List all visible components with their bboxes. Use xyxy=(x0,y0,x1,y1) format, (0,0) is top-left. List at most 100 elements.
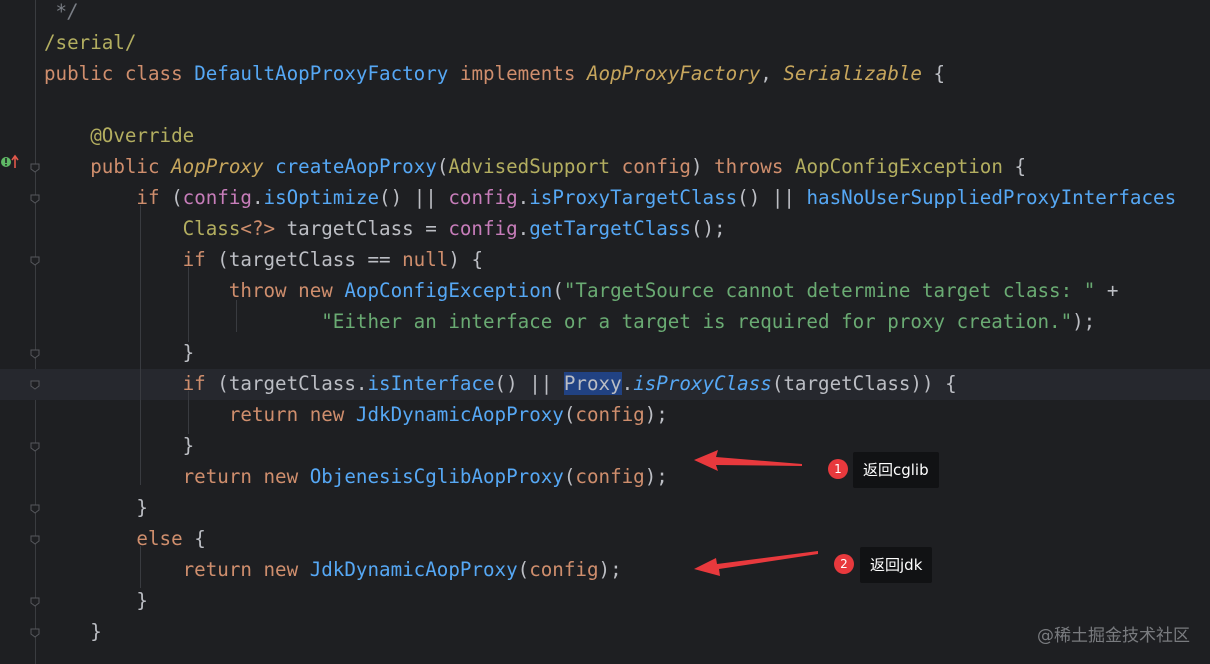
code-token: () || xyxy=(494,372,564,395)
code-token: <?> xyxy=(240,217,276,240)
code-token: config xyxy=(575,465,645,488)
code-line[interactable]: return new JdkDynamicAopProxy(config); xyxy=(0,555,1210,586)
code-text[interactable]: if (targetClass == null) { xyxy=(44,249,483,271)
code-text[interactable]: public AopProxy createAopProxy(AdvisedSu… xyxy=(44,156,1026,178)
fold-marker-icon[interactable] xyxy=(29,627,41,639)
fold-marker-icon[interactable] xyxy=(29,162,41,174)
code-token: { xyxy=(1002,155,1027,178)
code-text[interactable]: return new JdkDynamicAopProxy(config); xyxy=(44,404,668,426)
fold-marker-icon[interactable] xyxy=(29,379,41,391)
code-line[interactable]: /serial/ xyxy=(0,28,1210,59)
annotation-badge-2: 2 xyxy=(834,554,854,574)
code-token: config xyxy=(575,403,645,426)
code-token: Class xyxy=(182,217,241,240)
code-line[interactable]: if (config.isOptimize() || config.isProx… xyxy=(0,183,1210,214)
code-token: */ xyxy=(44,0,79,23)
code-text[interactable]: else { xyxy=(44,527,206,550)
code-line[interactable]: } xyxy=(0,338,1210,369)
code-text[interactable]: Class<?> targetClass = config.getTargetC… xyxy=(44,218,726,240)
code-token: ); xyxy=(1072,310,1096,333)
fold-marker-icon[interactable] xyxy=(29,503,41,515)
code-token: (); xyxy=(690,217,726,240)
code-token: ( xyxy=(517,558,530,581)
code-text[interactable]: return new JdkDynamicAopProxy(config); xyxy=(44,559,622,581)
code-line[interactable]: if (targetClass == null) { xyxy=(0,245,1210,276)
code-text[interactable]: } xyxy=(44,435,195,457)
code-line[interactable]: */ xyxy=(0,0,1210,28)
fold-marker-icon[interactable] xyxy=(29,534,41,546)
code-text[interactable]: */ xyxy=(44,1,79,23)
code-text[interactable]: return new ObjenesisCglibAopProxy(config… xyxy=(44,466,668,488)
fold-marker-icon[interactable] xyxy=(29,255,41,267)
code-token: return new xyxy=(182,465,310,488)
code-line[interactable]: public class DefaultAopProxyFactory impl… xyxy=(0,59,1210,90)
annotation-label-2: 返回jdk xyxy=(860,547,933,583)
code-line[interactable]: @Override xyxy=(0,121,1210,152)
code-token: + xyxy=(1095,279,1119,302)
code-token: { xyxy=(194,527,206,550)
code-text[interactable]: "Either an interface or a target is requ… xyxy=(44,311,1095,333)
code-token: JdkDynamicAopProxy xyxy=(355,403,564,426)
code-line[interactable]: "Either an interface or a target is requ… xyxy=(0,307,1210,338)
code-text[interactable]: } xyxy=(44,621,102,643)
code-token: public class xyxy=(44,62,195,85)
code-text[interactable]: } xyxy=(44,590,148,612)
code-line[interactable]: } xyxy=(0,493,1210,524)
fold-marker-icon[interactable] xyxy=(29,596,41,608)
code-token: "TargetSource cannot determine target cl… xyxy=(563,279,1096,302)
annotation-label-1: 返回cglib xyxy=(853,452,939,488)
code-token: throw new xyxy=(228,279,345,302)
code-line[interactable]: return new ObjenesisCglibAopProxy(config… xyxy=(0,462,1210,493)
code-line[interactable]: } xyxy=(0,617,1210,648)
code-line[interactable]: if (targetClass.isInterface() || Proxy.i… xyxy=(0,369,1210,400)
code-text[interactable]: @Override xyxy=(44,125,194,147)
fold-marker-icon[interactable] xyxy=(29,348,41,360)
code-line[interactable] xyxy=(0,90,1210,121)
code-token: ); xyxy=(644,465,668,488)
code-token: return new xyxy=(228,403,356,426)
code-token: ( xyxy=(436,155,449,178)
code-token: . xyxy=(621,372,634,395)
code-token: @Override xyxy=(90,124,195,147)
code-token: DefaultAopProxyFactory xyxy=(194,62,449,85)
code-line[interactable]: return new JdkDynamicAopProxy(config); xyxy=(0,400,1210,431)
code-line[interactable]: } xyxy=(0,431,1210,462)
code-text[interactable]: /serial/ xyxy=(44,32,136,54)
code-token: isOptimize xyxy=(263,186,380,209)
code-text[interactable]: } xyxy=(44,342,195,364)
code-token: (targetClass. xyxy=(217,372,368,395)
code-text[interactable]: throw new AopConfigException("TargetSour… xyxy=(44,279,1119,302)
indent-guide xyxy=(236,300,237,332)
code-text[interactable]: if (config.isOptimize() || config.isProx… xyxy=(44,187,1176,209)
code-editor[interactable]: */ /serial/public class DefaultAopProxyFa… xyxy=(0,0,1210,664)
code-token: isProxyTargetClass xyxy=(529,186,738,209)
code-line[interactable]: public AopProxy createAopProxy(AdvisedSu… xyxy=(0,152,1210,183)
code-line[interactable]: Class<?> targetClass = config.getTargetC… xyxy=(0,214,1210,245)
code-text[interactable]: } xyxy=(44,497,148,519)
code-token: AopProxy xyxy=(171,155,264,178)
implements-method-icon[interactable] xyxy=(0,153,26,171)
fold-marker-icon[interactable] xyxy=(29,441,41,453)
fold-marker-icon[interactable] xyxy=(29,193,41,205)
code-line[interactable]: else { xyxy=(0,524,1210,555)
code-token: { xyxy=(921,62,946,85)
code-text[interactable]: if (targetClass.isInterface() || Proxy.i… xyxy=(44,372,957,395)
code-line[interactable]: } xyxy=(0,586,1210,617)
code-text[interactable]: public class DefaultAopProxyFactory impl… xyxy=(44,63,945,85)
code-token: implements xyxy=(448,62,587,85)
code-line[interactable]: throw new AopConfigException("TargetSour… xyxy=(0,276,1210,307)
code-token: ); xyxy=(644,403,668,426)
code-token: config xyxy=(448,217,518,240)
code-token: () || xyxy=(737,186,807,209)
annotation-badge-1: 1 xyxy=(828,459,848,479)
